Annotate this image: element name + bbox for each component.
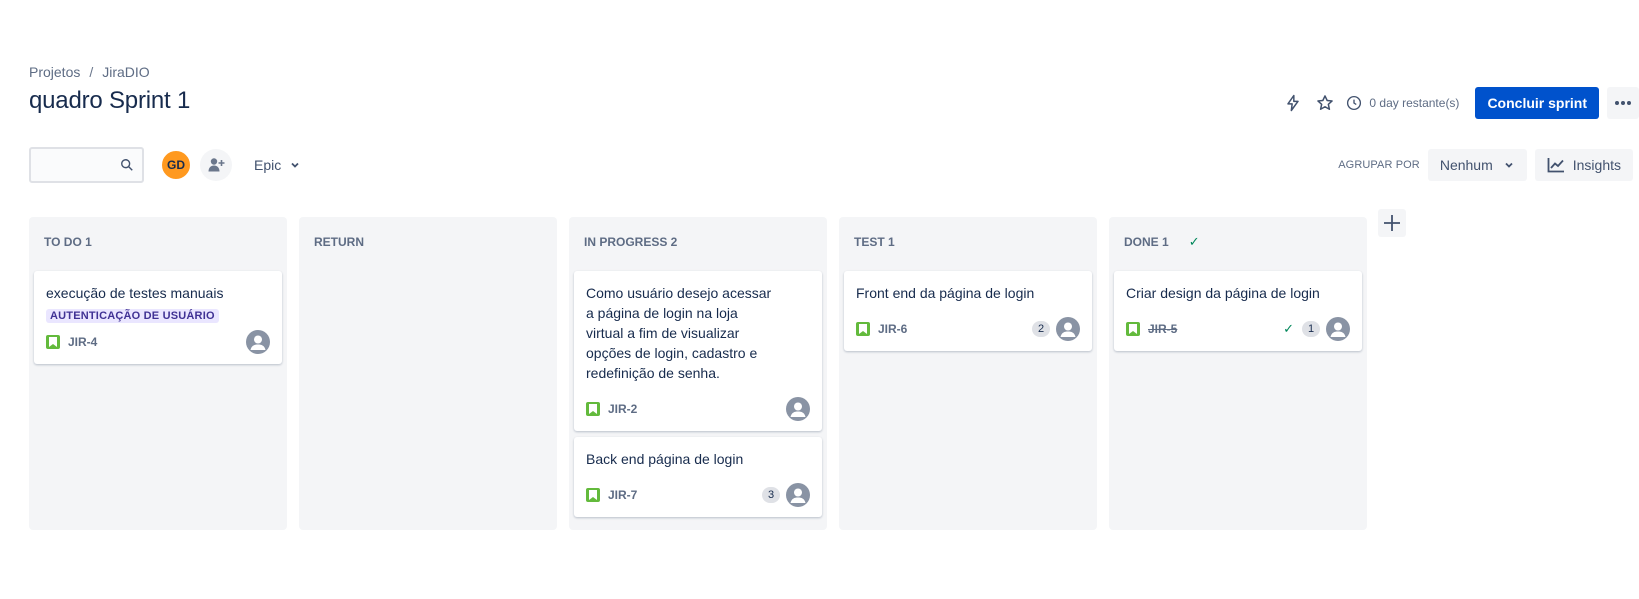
epic-filter-dropdown[interactable]: Epic: [254, 157, 301, 173]
issue-card[interactable]: Front end da página de login JIR-6 2: [844, 271, 1092, 351]
story-points-badge: 3: [762, 487, 780, 503]
story-points-badge: 2: [1032, 321, 1050, 337]
story-icon: [46, 335, 60, 349]
time-remaining: 0 day restante(s): [1345, 94, 1459, 112]
time-remaining-text: 0 day restante(s): [1369, 96, 1460, 110]
automation-button[interactable]: [1277, 87, 1309, 119]
chart-line-icon: [1547, 158, 1564, 173]
card-footer: JIR-2: [586, 397, 810, 421]
card-title: execução de testes manuais: [46, 285, 224, 301]
user-avatar[interactable]: GD: [160, 149, 192, 181]
card-title: Criar design da página de login: [1126, 285, 1320, 301]
clock-icon: [1347, 95, 1362, 111]
card-title: Front end da página de login: [856, 285, 1035, 301]
column-header: TO DO 1: [34, 224, 282, 260]
column-title: DONE 1: [1124, 235, 1169, 249]
column-return: RETURN: [299, 217, 557, 530]
assignee-avatar-icon[interactable]: [786, 483, 810, 507]
column-test: TEST 1 Front end da página de login JIR-…: [839, 217, 1097, 530]
breadcrumb: Projetos / JiraDIO: [29, 64, 150, 80]
story-points-badge: 1: [1302, 321, 1320, 337]
story-icon: [586, 402, 600, 416]
complete-sprint-button[interactable]: Concluir sprint: [1475, 87, 1599, 119]
board-toolbar: GD Epic AGRUPAR POR Nenhum Insights: [29, 145, 1639, 185]
card-footer-right: ✓ 1: [1283, 317, 1350, 341]
column-title: TEST 1: [854, 235, 895, 249]
column-title: IN PROGRESS 2: [584, 235, 678, 249]
resolved-check-icon: ✓: [1283, 321, 1294, 336]
story-icon: [586, 488, 600, 502]
insights-label: Insights: [1572, 157, 1621, 173]
column-title: TO DO 1: [44, 235, 92, 249]
column-done: DONE 1 ✓ Criar design da página de login…: [1109, 217, 1367, 530]
column-header: TEST 1: [844, 224, 1092, 260]
column-in-progress: IN PROGRESS 2 Como usuário desejo acessa…: [569, 217, 827, 530]
breadcrumb-project-link[interactable]: JiraDIO: [102, 64, 149, 80]
assignee-avatar-icon[interactable]: [1056, 317, 1080, 341]
header-actions: 0 day restante(s) Concluir sprint: [1277, 87, 1639, 119]
more-actions-button[interactable]: [1607, 87, 1639, 119]
add-column-button[interactable]: [1378, 209, 1406, 237]
card-footer: JIR-7 3: [586, 483, 810, 507]
group-by-value: Nenhum: [1439, 157, 1493, 173]
issue-card[interactable]: Back end página de login JIR-7 3: [574, 437, 822, 517]
insights-button[interactable]: Insights: [1534, 149, 1633, 181]
chevron-down-icon: [1505, 162, 1513, 168]
issue-key[interactable]: JIR-7: [608, 488, 637, 502]
card-footer-right: 2: [1032, 317, 1080, 341]
breadcrumb-separator: /: [89, 64, 94, 80]
add-people-button[interactable]: [200, 149, 232, 181]
card-footer-right: [246, 330, 270, 354]
search-icon: [121, 159, 133, 171]
card-footer: JIR-6 2: [856, 317, 1080, 341]
board: TO DO 1 execução de testes manuais AUTEN…: [29, 217, 1367, 530]
epic-filter-label: Epic: [254, 157, 282, 173]
card-title: Como usuário desejo acessar a página de …: [586, 285, 772, 381]
star-icon: [1317, 95, 1334, 110]
issue-key[interactable]: JIR-2: [608, 402, 637, 416]
column-header: RETURN: [304, 224, 552, 260]
breadcrumb-projects-link[interactable]: Projetos: [29, 64, 80, 80]
assignee-avatar-icon[interactable]: [246, 330, 270, 354]
group-by-label: AGRUPAR POR: [1338, 159, 1420, 171]
column-title: RETURN: [314, 235, 364, 249]
column-header: DONE 1 ✓: [1114, 224, 1362, 260]
group-by-dropdown[interactable]: Nenhum: [1427, 149, 1527, 181]
issue-key[interactable]: JIR-6: [878, 322, 907, 336]
plus-icon: [1384, 215, 1400, 231]
card-footer: JIR-4: [46, 330, 270, 354]
story-icon: [1126, 322, 1140, 336]
epic-label[interactable]: AUTENTICAÇÃO DE USUÁRIO: [46, 309, 219, 323]
column-todo: TO DO 1 execução de testes manuais AUTEN…: [29, 217, 287, 530]
chevron-down-icon: [291, 162, 299, 168]
card-footer: JIR-5 ✓ 1: [1126, 317, 1350, 341]
issue-card[interactable]: execução de testes manuais AUTENTICAÇÃO …: [34, 271, 282, 364]
done-check-icon: ✓: [1188, 234, 1200, 249]
issue-card[interactable]: Como usuário desejo acessar a página de …: [574, 271, 822, 431]
column-header: IN PROGRESS 2: [574, 224, 822, 260]
more-icon: [1615, 101, 1631, 105]
search-box: [29, 147, 144, 183]
card-footer-right: [786, 397, 810, 421]
issue-card[interactable]: Criar design da página de login JIR-5 ✓ …: [1114, 271, 1362, 351]
lightning-icon: [1287, 94, 1300, 112]
toolbar-right: AGRUPAR POR Nenhum Insights: [1338, 145, 1633, 185]
issue-key[interactable]: JIR-4: [68, 335, 97, 349]
issue-key[interactable]: JIR-5: [1148, 322, 1177, 336]
assignee-avatar-icon[interactable]: [1326, 317, 1350, 341]
star-button[interactable]: [1309, 87, 1341, 119]
add-person-icon: [208, 158, 225, 172]
story-icon: [856, 322, 870, 336]
card-footer-right: 3: [762, 483, 810, 507]
card-title: Back end página de login: [586, 451, 744, 467]
search-input[interactable]: [40, 157, 120, 173]
page-title: quadro Sprint 1: [29, 87, 191, 114]
assignee-avatar-icon[interactable]: [786, 397, 810, 421]
